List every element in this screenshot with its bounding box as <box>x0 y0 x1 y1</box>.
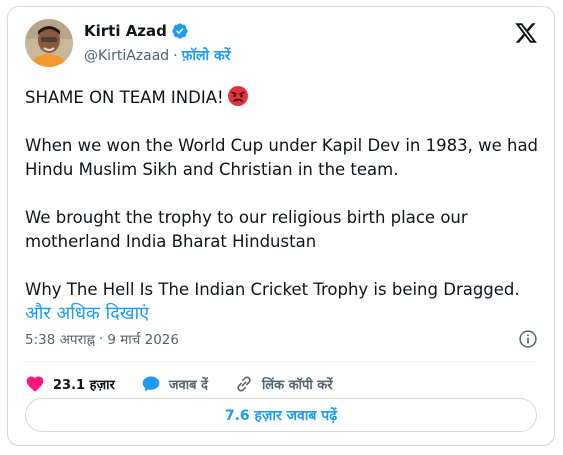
reply-button[interactable]: जवाब दें <box>141 374 208 394</box>
tweet-paragraph-4-text: Why The Hell Is The Indian Cricket Troph… <box>25 280 520 299</box>
copy-link-button[interactable]: लिंक कॉपी करें <box>234 374 333 394</box>
reply-label: जवाब दें <box>168 378 208 393</box>
reply-bubble-icon <box>142 376 160 392</box>
tweet-paragraph-3: We brought the trophy to our religious b… <box>25 208 468 251</box>
link-icon <box>237 376 251 392</box>
tweet-line-1: SHAME ON TEAM INDIA! <box>25 85 540 110</box>
author-handle[interactable]: @KirtiAzaad <box>84 48 169 64</box>
copy-link-label: लिंक कॉपी करें <box>261 378 333 393</box>
info-icon[interactable] <box>518 329 538 349</box>
tweet-line-1-text: SHAME ON TEAM INDIA! <box>25 88 224 107</box>
follow-button[interactable]: फ़ॉलो करें <box>182 46 231 65</box>
tweet-text: SHAME ON TEAM INDIA! When we won the Wor… <box>25 85 540 326</box>
divider <box>25 361 537 362</box>
author-name[interactable]: Kirti Azad <box>84 22 167 40</box>
separator-dot: · <box>173 47 178 64</box>
action-bar: 23.1 हज़ार जवाब दें लिंक कॉपी करें <box>25 369 359 399</box>
x-logo-icon[interactable] <box>514 21 538 45</box>
tweet-card: Kirti Azad @KirtiAzaad · फ़ॉलो करें SHAM… <box>7 6 555 446</box>
like-count: 23.1 हज़ार <box>53 378 115 393</box>
show-more-link[interactable]: और अधिक दिखाएं <box>25 303 149 324</box>
tweet-date: 9 मार्च 2026 <box>107 332 179 348</box>
heart-icon <box>26 376 44 392</box>
like-button[interactable]: 23.1 हज़ार <box>25 374 115 394</box>
read-replies-button[interactable]: 7.6 हज़ार जवाब पढ़ें <box>25 398 537 432</box>
tweet-time: 5:38 अपराह्न <box>25 332 96 348</box>
tweet-timestamp[interactable]: 5:38 अपराह्न · 9 मार्च 2026 <box>25 330 179 348</box>
tweet-paragraph-4: Why The Hell Is The Indian Cricket Troph… <box>25 278 540 326</box>
angry-face-emoji-icon <box>227 86 248 106</box>
verified-badge-icon <box>172 23 188 39</box>
tweet-paragraph-2: When we won the World Cup under Kapil De… <box>25 136 539 179</box>
meta-separator: · <box>99 331 104 347</box>
avatar[interactable] <box>25 19 73 67</box>
